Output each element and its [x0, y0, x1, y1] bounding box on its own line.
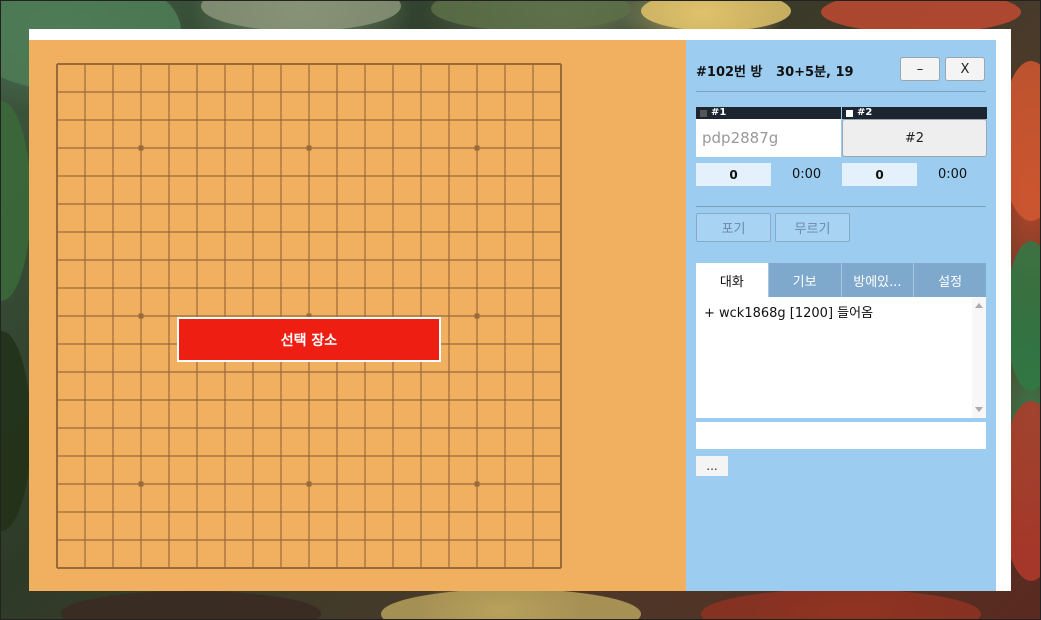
star-point	[306, 145, 312, 151]
selection-place-banner[interactable]: 선택 장소	[177, 317, 441, 362]
scroll-up-icon[interactable]	[975, 303, 983, 308]
chat-scrollbar[interactable]	[972, 297, 986, 418]
player-2-card: #2 #2	[842, 107, 987, 157]
close-button[interactable]: X	[945, 57, 985, 81]
more-button[interactable]: ...	[696, 456, 728, 476]
room-title: #102번 방 30+5분, 19	[696, 65, 854, 80]
player-1-score: 0	[696, 163, 771, 186]
player-2-score: 0	[842, 163, 917, 186]
player-2-time: 0:00	[938, 167, 968, 182]
star-point	[138, 145, 144, 151]
player-1-time: 0:00	[792, 167, 822, 182]
minimize-button[interactable]: –	[900, 57, 940, 81]
tab-settings[interactable]: 설정	[913, 263, 986, 297]
white-stone-icon	[846, 109, 853, 117]
resign-button[interactable]: 포기	[696, 213, 771, 242]
divider	[696, 91, 986, 92]
black-stone-icon	[700, 109, 707, 117]
star-point	[474, 145, 480, 151]
tab-bar: 대화 기보 방에있... 설정	[696, 263, 986, 297]
player-1-name: pdp2887g	[696, 119, 841, 157]
chat-log[interactable]: + wck1868g [1200] 들어옴	[696, 297, 986, 418]
player-2-header: #2	[842, 107, 987, 119]
tab-chat[interactable]: 대화	[696, 263, 768, 297]
star-point	[306, 481, 312, 487]
scroll-down-icon[interactable]	[975, 407, 983, 412]
tab-game-record[interactable]: 기보	[767, 263, 841, 297]
player-2-tag: #2	[857, 107, 873, 118]
star-point	[474, 313, 480, 319]
star-point	[474, 481, 480, 487]
tab-room-users[interactable]: 방에있...	[840, 263, 914, 297]
divider	[696, 206, 986, 207]
player-1-card: #1 pdp2887g	[696, 107, 841, 157]
chat-line: + wck1868g [1200] 들어옴	[704, 306, 874, 321]
star-point	[138, 481, 144, 487]
player-1-header: #1	[696, 107, 841, 119]
player-1-tag: #1	[711, 107, 727, 118]
player-2-seat-button[interactable]: #2	[842, 119, 987, 157]
undo-button[interactable]: 무르기	[775, 213, 850, 242]
side-panel: #102번 방 30+5분, 19 – X #1 pdp2887g #2 #2 …	[686, 40, 996, 591]
chat-input[interactable]	[696, 422, 986, 449]
star-point	[138, 313, 144, 319]
